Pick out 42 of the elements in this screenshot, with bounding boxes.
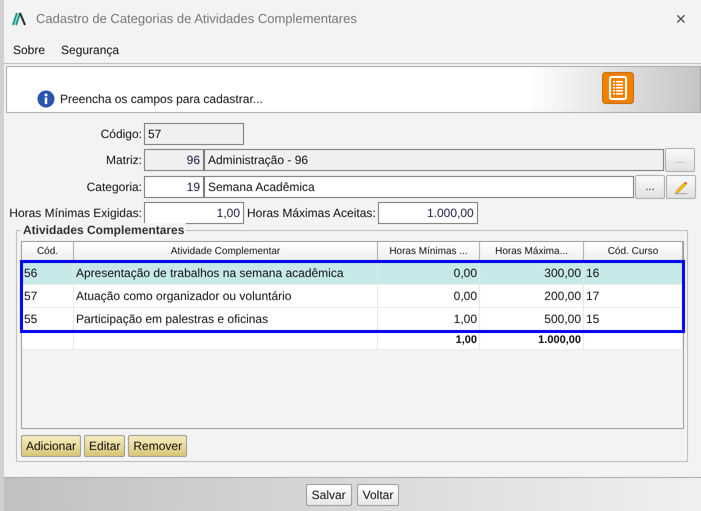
field-label: Horas Máximas Aceitas: xyxy=(246,206,377,220)
column-header[interactable]: Cód. Curso xyxy=(584,242,683,262)
document-list-icon xyxy=(602,72,634,104)
action-button[interactable]: Remover xyxy=(128,435,188,457)
field-label: Código: xyxy=(100,127,143,141)
matrix-name-field[interactable]: Administração - 96 xyxy=(204,149,664,171)
table-row[interactable]: 55 Participação em palestras e oficinas 1,00 500,00 15 xyxy=(22,308,683,331)
table-cell: Participação em palestras e oficinas xyxy=(74,308,378,331)
edit-button[interactable] xyxy=(666,175,696,199)
table-row[interactable]: 57 Atuação como organizador ou voluntário 0,00 200,00 17 xyxy=(22,285,683,308)
footer-button[interactable]: Voltar xyxy=(356,484,400,506)
field-label: Horas Mínimas Exigidas: xyxy=(8,206,143,220)
table-cell: 500,00 xyxy=(480,308,584,331)
code-field[interactable]: 57 xyxy=(144,123,244,145)
action-button[interactable]: Editar xyxy=(84,435,126,457)
pencil-icon xyxy=(673,179,689,195)
category-name-field[interactable]: Semana Acadêmica xyxy=(204,176,634,198)
close-button[interactable]: ✕ xyxy=(669,10,693,26)
column-header[interactable]: Horas Máxima... xyxy=(480,242,584,262)
window-title: Cadastro de Categorias de Atividades Complementares xyxy=(36,11,358,26)
table-cell: 15 xyxy=(584,308,683,331)
app-logo-icon xyxy=(12,12,28,26)
info-message: Preencha os campos para cadastrar... xyxy=(60,92,263,106)
footer-button[interactable]: Salvar xyxy=(306,484,352,506)
menu-item[interactable]: Segurança xyxy=(61,43,120,57)
column-header[interactable]: Horas Mínimas ... xyxy=(378,242,480,262)
category-code-field[interactable]: 19 xyxy=(144,176,204,198)
table-cell: 1,00 xyxy=(378,308,480,331)
max-hours-field[interactable]: 1.000,00 xyxy=(378,202,478,224)
field-label: Categoria: xyxy=(86,180,143,194)
column-header[interactable]: Atividade Complementar xyxy=(74,242,378,262)
min-hours-field[interactable]: 1,00 xyxy=(144,202,244,224)
column-header[interactable]: Cód. xyxy=(22,242,74,262)
info-icon xyxy=(37,90,55,108)
field-label: Matriz: xyxy=(105,153,143,167)
table-row[interactable]: 56 Apresentação de trabalhos na semana acadêmica 0,00 300,00 16 xyxy=(22,262,683,285)
menu-item[interactable]: Sobre xyxy=(13,43,46,57)
lookup-button[interactable]: ... xyxy=(635,175,665,199)
matrix-code-field[interactable]: 96 xyxy=(144,149,204,171)
action-button[interactable]: Adicionar xyxy=(21,435,82,457)
table-cell: 55 xyxy=(22,308,74,331)
group-title: Atividades Complementares xyxy=(21,223,186,237)
